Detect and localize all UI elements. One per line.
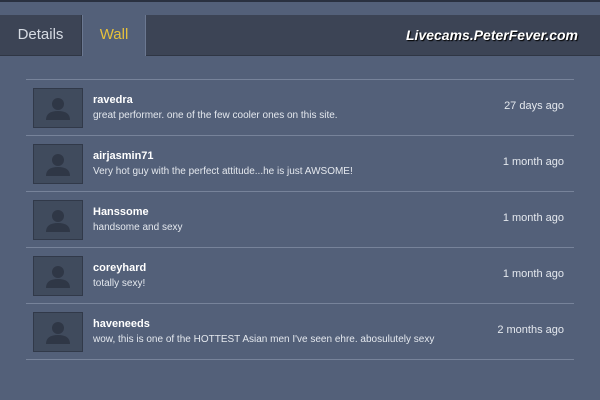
user-avatar-icon[interactable] [33,200,83,240]
post-text: Very hot guy with the perfect attitude..… [93,166,353,177]
post-username[interactable]: coreyhard [93,262,146,274]
tab-bar: Details Wall Livecams.PeterFever.com [0,15,600,56]
user-avatar-icon[interactable] [33,312,83,352]
post-text: totally sexy! [93,278,146,289]
wall-post: Hanssome handsome and sexy 1 month ago [26,192,574,248]
post-timestamp: 2 months ago [497,324,564,336]
site-brand-logo: Livecams.PeterFever.com [406,27,578,43]
post-username[interactable]: haveneeds [93,318,150,330]
post-text: great performer. one of the few cooler o… [93,110,338,121]
post-timestamp: 1 month ago [502,212,564,224]
post-timestamp: 1 month ago [502,156,564,168]
user-avatar-icon[interactable] [33,88,83,128]
profile-panel: Details Wall Livecams.PeterFever.com rav… [0,0,600,400]
tab-wall[interactable]: Wall [82,15,146,56]
post-username[interactable]: Hanssome [93,206,149,218]
post-timestamp: 27 days ago [504,100,564,112]
wall-post: coreyhard totally sexy! 1 month ago [26,248,574,304]
post-timestamp: 1 month ago [502,268,564,280]
user-avatar-icon[interactable] [33,144,83,184]
wall-post-list: ravedra great performer. one of the few … [26,79,574,360]
tab-details[interactable]: Details [0,15,82,55]
wall-post: ravedra great performer. one of the few … [26,80,574,136]
post-username[interactable]: airjasmin71 [93,150,154,162]
user-avatar-icon[interactable] [33,256,83,296]
wall-post: haveneeds wow, this is one of the HOTTES… [26,304,574,360]
wall-post: airjasmin71 Very hot guy with the perfec… [26,136,574,192]
post-text: handsome and sexy [93,222,183,233]
post-username[interactable]: ravedra [93,94,133,106]
post-text: wow, this is one of the HOTTEST Asian me… [93,334,435,345]
